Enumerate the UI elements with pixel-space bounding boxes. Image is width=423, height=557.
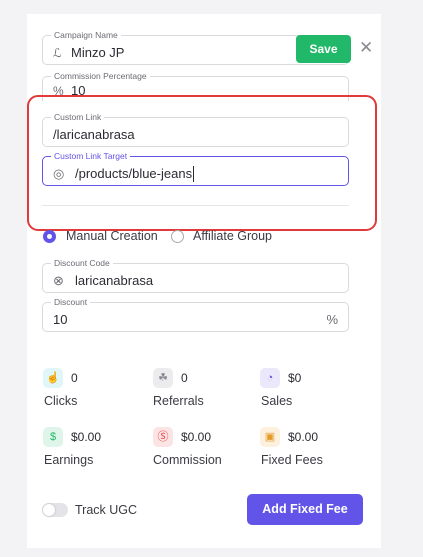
sales-value: $0 bbox=[288, 371, 302, 385]
fixed-fees-label: Fixed Fees bbox=[261, 453, 323, 467]
dollar-icon: $ bbox=[43, 427, 63, 447]
clicks-label: Clicks bbox=[44, 394, 78, 408]
discount-label: Discount bbox=[51, 296, 91, 308]
earnings-value: $0.00 bbox=[71, 430, 102, 444]
coin-icon: Ⓢ bbox=[153, 427, 173, 447]
save-button[interactable]: Save bbox=[296, 35, 351, 63]
add-fixed-fee-button[interactable]: Add Fixed Fee bbox=[247, 494, 363, 525]
clicks-value: 0 bbox=[71, 371, 78, 385]
campaign-name-label: Campaign Name bbox=[51, 29, 121, 41]
discount-code-value: laricanabrasa bbox=[75, 273, 154, 288]
referrals-label: Referrals bbox=[153, 394, 204, 408]
referral-icon: ☘ bbox=[153, 368, 173, 388]
discount-unit: % bbox=[326, 312, 338, 327]
signature-icon: ℒ bbox=[53, 46, 62, 60]
affiliate-group-radio[interactable] bbox=[171, 230, 184, 243]
manual-creation-radio[interactable] bbox=[43, 230, 56, 243]
referrals-value: 0 bbox=[181, 371, 188, 385]
commission-label: Commission bbox=[153, 453, 222, 467]
sales-label: Sales bbox=[261, 394, 293, 408]
fixed-fees-value: $0.00 bbox=[288, 430, 319, 444]
commission-value: $0.00 bbox=[181, 430, 212, 444]
close-icon[interactable]: ✕ bbox=[359, 38, 373, 58]
discount-icon: ⊗ bbox=[53, 273, 64, 288]
affiliate-group-label[interactable]: Affiliate Group bbox=[193, 229, 272, 244]
campaign-name-value: Minzo JP bbox=[71, 45, 125, 60]
commission-percentage-label: Commission Percentage bbox=[51, 70, 150, 82]
earnings-label: Earnings bbox=[44, 453, 94, 467]
discount-code-field[interactable]: Discount Code ⊗ laricanabrasa bbox=[42, 257, 349, 293]
manual-creation-label[interactable]: Manual Creation bbox=[66, 229, 158, 244]
highlight-box bbox=[27, 95, 377, 231]
discount-code-label: Discount Code bbox=[51, 257, 113, 269]
track-ugc-toggle[interactable] bbox=[42, 503, 68, 517]
track-ugc-label: Track UGC bbox=[75, 503, 138, 517]
fee-icon: ▣ bbox=[260, 427, 280, 447]
toggle-knob bbox=[43, 504, 55, 516]
click-icon: ☝ bbox=[43, 368, 63, 388]
pie-chart-icon: ◔ bbox=[260, 368, 280, 388]
discount-field[interactable]: Discount 10 % bbox=[42, 296, 349, 332]
discount-value: 10 bbox=[53, 312, 68, 327]
